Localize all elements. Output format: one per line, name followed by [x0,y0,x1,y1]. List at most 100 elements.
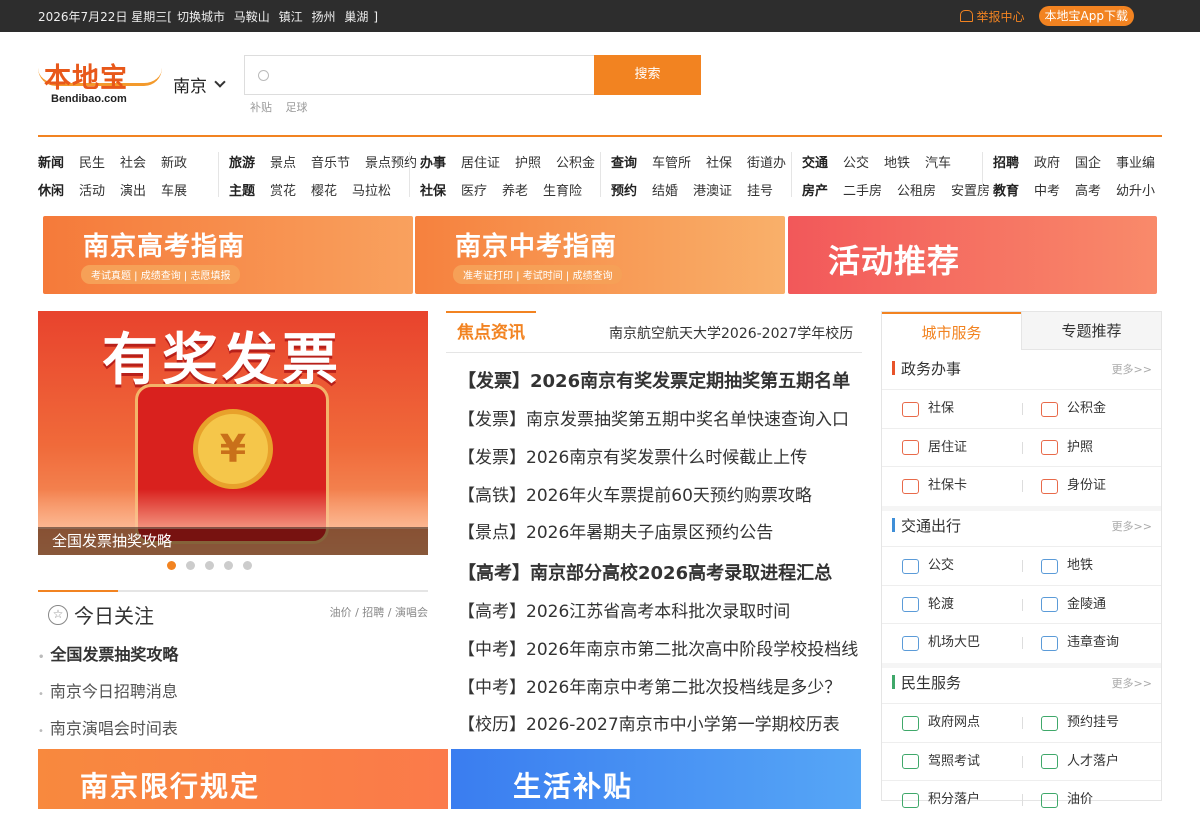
nav-link[interactable]: 社会 [120,150,146,178]
more-link[interactable]: 更多>> [1112,518,1152,534]
news-item[interactable]: 【中考】2026年南京中考第二批次投档线是多少？ [458,673,841,698]
banner-gaokao[interactable]: 南京高考指南 考试真题 | 成绩查询 | 志愿填报 [43,216,413,294]
nav-link[interactable]: 演出 [120,178,146,206]
news-item[interactable]: 【景点】2026年暑期夫子庙景区预约公告 [458,518,773,543]
list-item[interactable]: 南京演唱会时间表 [38,712,178,749]
carousel-caption[interactable]: 全国发票抽奖攻略 [38,527,428,555]
service-link[interactable]: 违章查询 [1041,624,1119,662]
service-link[interactable]: 积分落户 [902,781,980,819]
site-logo[interactable]: 本地宝 Bendibao.com [38,56,162,108]
news-item[interactable]: 【发票】2026南京有奖发票什么时候截止上传 [458,443,807,468]
nav-link[interactable]: 马拉松 [352,178,391,206]
nav-category-label[interactable]: 教育 [993,178,1019,206]
list-item[interactable]: 南京今日招聘消息 [38,675,178,712]
nav-link[interactable]: 新政 [161,150,187,178]
service-link[interactable]: 居住证 [902,429,967,467]
list-item[interactable]: 全国发票抽奖攻略 [38,638,178,675]
nav-category-label[interactable]: 房产 [802,178,828,206]
nav-link[interactable]: 医疗 [461,178,487,206]
service-link[interactable]: 金陵通 [1041,586,1106,624]
tab-focus-news[interactable]: 焦点资讯 [446,311,536,353]
city-selector[interactable]: 南京 [173,72,226,97]
nav-link[interactable]: 赏花 [270,178,296,206]
banner-traffic-rules[interactable]: 南京限行规定 [38,749,448,809]
news-item[interactable]: 【高考】2026江苏省高考本科批次录取时间 [458,597,790,622]
service-link[interactable]: 地铁 [1041,547,1093,585]
news-headline[interactable]: 【发票】2026南京有奖发票定期抽奖第五期名单 [458,367,850,393]
service-link[interactable]: 油价 [1041,781,1093,819]
nav-category-label[interactable]: 预约 [611,178,637,206]
nav-link[interactable]: 公交 [843,150,869,178]
nav-link[interactable]: 樱花 [311,178,337,206]
nav-link[interactable]: 政府 [1034,150,1060,178]
nav-category-label[interactable]: 新闻 [38,150,64,178]
search-button[interactable]: 搜索 [594,55,701,95]
service-link[interactable]: 公积金 [1041,390,1106,428]
city-link-zhenjiang[interactable]: 镇江 [279,10,303,24]
service-link[interactable]: 政府网点 [902,704,980,742]
service-link[interactable]: 公交 [902,547,954,585]
nav-link[interactable]: 居住证 [461,150,500,178]
more-link[interactable]: 更多>> [1112,361,1152,377]
nav-link[interactable]: 安置房 [951,178,990,206]
nav-link[interactable]: 护照 [515,150,541,178]
nav-link[interactable]: 高考 [1075,178,1101,206]
app-download-button[interactable]: 本地宝App下载 [1038,6,1134,26]
hot-keyword[interactable]: 补贴 [250,101,272,114]
nav-link[interactable]: 国企 [1075,150,1101,178]
carousel-dot[interactable] [243,561,252,570]
nav-link[interactable]: 街道办 [747,150,786,178]
nav-link[interactable]: 车管所 [652,150,691,178]
news-item[interactable]: 【中考】2026年南京市第二批次高中阶段学校投档线 [458,635,858,660]
service-link[interactable]: 驾照考试 [902,743,980,781]
nav-link[interactable]: 公租房 [897,178,936,206]
service-link[interactable]: 身份证 [1041,467,1106,505]
service-link[interactable]: 机场大巴 [902,624,980,662]
nav-category-label[interactable]: 查询 [611,150,637,178]
nav-link[interactable]: 挂号 [747,178,773,206]
carousel[interactable]: 有奖发票 ¥ 全国发票抽奖攻略 [38,311,428,555]
nav-link[interactable]: 养老 [502,178,528,206]
nav-category-label[interactable]: 休闲 [38,178,64,206]
carousel-dot[interactable] [224,561,233,570]
nav-link[interactable]: 生育险 [543,178,582,206]
report-center-link[interactable]: 举报中心 [959,8,1025,25]
nav-link[interactable]: 地铁 [884,150,910,178]
nav-link[interactable]: 车展 [161,178,187,206]
banner-zhongkao[interactable]: 南京中考指南 准考证打印 | 考试时间 | 成绩查询 [415,216,785,294]
nav-link[interactable]: 民生 [79,150,105,178]
service-link[interactable]: 轮渡 [902,586,954,624]
news-item[interactable]: 【发票】南京发票抽奖第五期中奖名单快速查询入口 [458,405,849,430]
nav-category-label[interactable]: 办事 [420,150,446,178]
news-headline[interactable]: 【高考】南京部分高校2026高考录取进程汇总 [458,559,832,585]
nav-link[interactable]: 中考 [1034,178,1060,206]
nav-category-label[interactable]: 主题 [229,178,255,206]
search-input[interactable] [277,64,577,86]
today-tags[interactable]: 油价 / 招聘 / 演唱会 [330,604,428,620]
banner-subsidy[interactable]: 生活补贴 [451,749,861,809]
news-item[interactable]: 【高铁】2026年火车票提前60天预约购票攻略 [458,481,812,506]
city-link-yangzhou[interactable]: 扬州 [311,10,335,24]
nav-category-label[interactable]: 社保 [420,178,446,206]
nav-link[interactable]: 二手房 [843,178,882,206]
carousel-dot[interactable] [167,561,176,570]
carousel-dot[interactable] [205,561,214,570]
nav-link[interactable]: 音乐节 [311,150,350,178]
city-link-maanshan[interactable]: 马鞍山 [234,10,270,24]
city-link-chaohu[interactable]: 巢湖 [344,10,368,24]
service-link[interactable]: 预约挂号 [1041,704,1119,742]
carousel-dot[interactable] [186,561,195,570]
tab-topics[interactable]: 专题推荐 [1021,312,1161,350]
nav-category-label[interactable]: 交通 [802,150,828,178]
service-link[interactable]: 护照 [1041,429,1093,467]
switch-city-label[interactable]: 切换城市 [177,10,225,24]
nav-link[interactable]: 结婚 [652,178,678,206]
service-link[interactable]: 社保 [902,390,954,428]
nav-link[interactable]: 事业编 [1116,150,1155,178]
service-link[interactable]: 社保卡 [902,467,967,505]
news-item[interactable]: 【校历】2026-2027南京市中小学第一学期校历表 [458,710,840,735]
nav-link[interactable]: 景点 [270,150,296,178]
nav-category-label[interactable]: 旅游 [229,150,255,178]
nav-link[interactable]: 港澳证 [693,178,732,206]
nav-link[interactable]: 社保 [706,150,732,178]
